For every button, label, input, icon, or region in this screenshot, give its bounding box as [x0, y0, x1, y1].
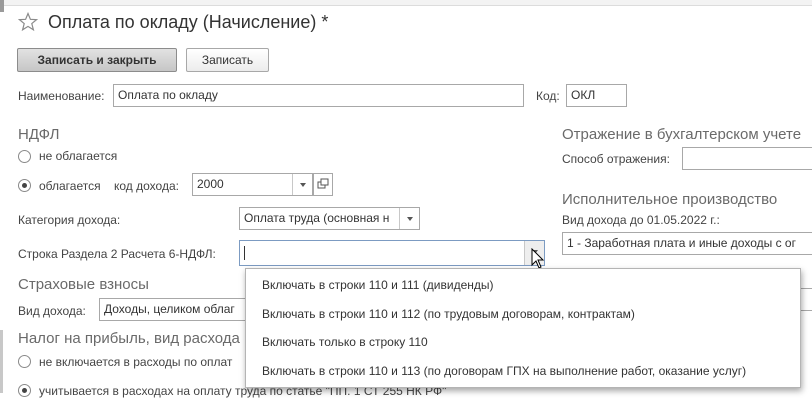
income-category-label: Категория дохода:: [18, 213, 121, 227]
mouse-cursor-icon: [531, 248, 545, 269]
enforcement-income-type-field[interactable]: 1 - Заработная плата и иные доходы с ог: [562, 232, 812, 255]
name-label: Наименование:: [18, 89, 105, 103]
dropdown-option[interactable]: Включать в строки 110 и 113 (по договора…: [262, 364, 746, 378]
chevron-down-icon[interactable]: [399, 208, 419, 229]
income-category-value: Оплата труда (основная н: [244, 211, 390, 225]
hidden-field-fragment[interactable]: [800, 288, 812, 311]
income-code-value: 2000: [197, 177, 224, 191]
window-title: Оплата по окладу (Начисление) *: [48, 12, 329, 32]
text-caret: [244, 246, 245, 260]
dropdown-option[interactable]: Включать в строки 110 и 112 (по трудовым…: [262, 307, 635, 321]
row-6ndfl-field[interactable]: [239, 240, 545, 266]
dropdown-option[interactable]: Включать только в строку 110: [262, 335, 428, 349]
income-code-field[interactable]: 2000: [192, 173, 313, 196]
insurance-income-type-label: Вид дохода:: [18, 304, 86, 318]
save-and-close-button[interactable]: Записать и закрыть: [17, 48, 177, 72]
chevron-down-icon[interactable]: [292, 174, 312, 195]
save-button[interactable]: Записать: [186, 48, 269, 72]
profit-tax-section-title: Налог на прибыль, вид расхода: [18, 330, 240, 347]
star-icon[interactable]: [18, 12, 38, 32]
ndfl-section-title: НДФЛ: [18, 126, 60, 143]
left-edge-strip-bottom: [0, 330, 3, 393]
taxed-radio[interactable]: [18, 179, 31, 192]
name-field[interactable]: Оплата по окладу: [113, 84, 524, 107]
open-icon[interactable]: [313, 173, 333, 196]
accounting-method-label: Способ отражения:: [562, 152, 670, 166]
income-category-field[interactable]: Оплата труда (основная н: [239, 207, 420, 230]
not-taxed-radio[interactable]: [18, 150, 31, 163]
not-taxed-label[interactable]: не облагается: [39, 149, 117, 163]
taxed-label[interactable]: облагается: [39, 179, 101, 193]
accounting-method-field[interactable]: [682, 147, 812, 170]
enforcement-section-title: Исполнительное производство: [562, 191, 778, 208]
left-edge-strip: [0, 0, 4, 12]
insurance-income-type-field[interactable]: Доходы, целиком облаг: [99, 298, 259, 321]
profit-tax-option1-label[interactable]: не включается в расходы по оплат: [39, 355, 232, 369]
background-window-fragment: [0, 0, 812, 6]
income-code-label: код дохода:: [114, 179, 179, 193]
dropdown-option[interactable]: Включать в строки 110 и 111 (дивиденды): [262, 278, 494, 292]
row-6ndfl-dropdown-list: Включать в строки 110 и 111 (дивиденды) …: [245, 268, 801, 388]
code-label: Код:: [536, 89, 560, 103]
code-field[interactable]: ОКЛ: [566, 84, 627, 107]
accounting-section-title: Отражение в бухгалтерском учете: [562, 126, 802, 143]
row-6ndfl-label: Строка Раздела 2 Расчета 6-НДФЛ:: [18, 247, 216, 261]
enforcement-income-type-label: Вид дохода до 01.05.2022 г.:: [562, 213, 720, 227]
insurance-section-title: Страховые взносы: [18, 276, 149, 293]
profit-tax-option1-radio[interactable]: [18, 355, 31, 368]
profit-tax-option2-radio[interactable]: [18, 384, 31, 397]
